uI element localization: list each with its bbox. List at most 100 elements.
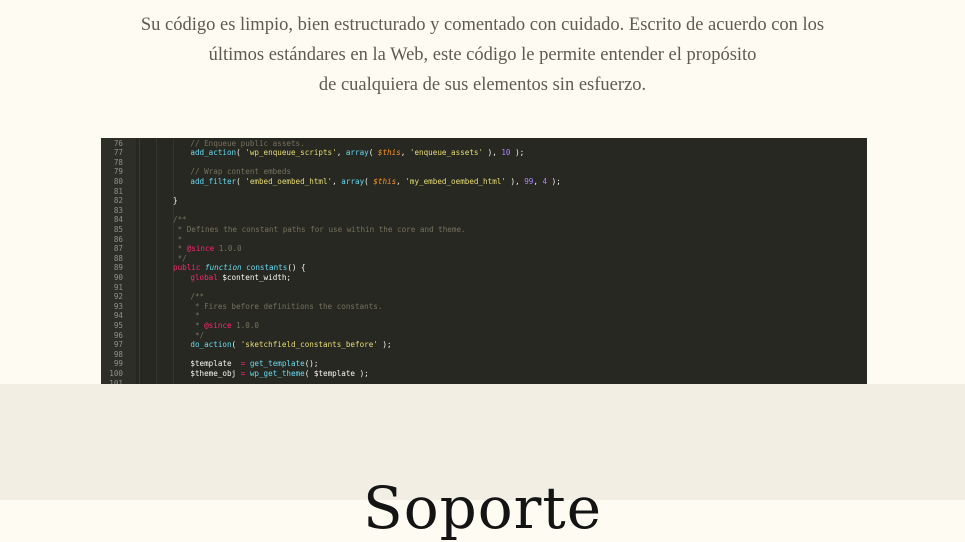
code-token: () { <box>287 263 306 273</box>
line-number: 88 <box>113 253 123 263</box>
line-number: 97 <box>113 340 123 350</box>
line-number: 99 <box>113 359 123 369</box>
code-token: array <box>345 148 369 158</box>
code-token: constants <box>246 263 288 273</box>
code-token: do_action <box>190 340 232 350</box>
code-line: 90 global $content_width; <box>101 273 867 283</box>
line-number: 79 <box>113 167 123 177</box>
code-line: 89 public function constants() { <box>101 263 867 273</box>
code-line: 98 <box>101 350 867 360</box>
code-token: $this <box>377 148 401 158</box>
code-token: 'my_embed_oembed_html' <box>405 176 506 186</box>
code-text: * <box>190 311 200 321</box>
line-number: 85 <box>113 224 123 234</box>
code-line: 87 * @since 1.0.0 <box>101 244 867 254</box>
code-token: * Fires before definitions the constants… <box>190 301 383 311</box>
code-token: * <box>173 234 183 244</box>
line-number: 83 <box>113 205 123 215</box>
code-token: @since <box>204 320 232 330</box>
code-text: do_action( 'sketchfield_constants_before… <box>190 340 391 350</box>
code-text: // Enqueue public assets. <box>190 139 304 149</box>
code-token: ( $template ); <box>304 368 369 378</box>
code-token: , <box>336 148 346 158</box>
code-token: 1.0.0 <box>214 244 242 254</box>
code-token: * Defines the constant paths for use wit… <box>173 224 466 234</box>
code-line: 78 <box>101 158 867 168</box>
code-line: 82} <box>101 196 867 206</box>
code-line: 83 <box>101 206 867 216</box>
code-token: ), <box>505 176 525 186</box>
code-line: 93 * Fires before definitions the consta… <box>101 302 867 312</box>
code-token: * <box>190 320 205 330</box>
code-token: , <box>332 176 342 186</box>
line-number: 86 <box>113 234 123 244</box>
code-token: // Enqueue public assets. <box>190 138 305 148</box>
line-number: 101 <box>109 378 123 385</box>
code-text: } <box>173 196 178 206</box>
code-token: , <box>400 148 410 158</box>
line-number: 94 <box>113 311 123 321</box>
code-line: 97 do_action( 'sketchfield_constants_befo… <box>101 340 867 350</box>
code-text: * @since 1.0.0 <box>173 244 242 254</box>
support-heading: Soporte <box>362 474 603 542</box>
code-text: // Wrap content embeds <box>190 167 291 177</box>
line-number: 89 <box>113 263 123 273</box>
code-token: ); <box>547 176 561 186</box>
code-line: 91 <box>101 283 867 293</box>
code-token: ( <box>236 148 246 158</box>
code-token: 1.0.0 <box>231 320 259 330</box>
code-token: ( <box>368 148 378 158</box>
line-number: 96 <box>113 330 123 340</box>
code-line: 100 $theme_obj = wp_get_theme( $template … <box>101 369 867 379</box>
code-token: ( <box>364 176 374 186</box>
code-token: add_action <box>190 148 237 158</box>
code-token: wp_get_theme <box>249 368 305 378</box>
intro-line-2: últimos estándares en la Web, este códig… <box>208 45 757 65</box>
code-line: 86 * <box>101 235 867 245</box>
code-token: public <box>173 263 201 273</box>
code-line: 95 * @since 1.0.0 <box>101 321 867 331</box>
code-line: 92 /** <box>101 292 867 302</box>
code-line: 94 * <box>101 311 867 321</box>
code-line: 85 * Defines the constant paths for use … <box>101 225 867 235</box>
code-token: global <box>190 272 218 282</box>
code-token: ); <box>377 340 392 350</box>
code-text: add_filter( 'embed_oembed_html', array( … <box>190 177 560 187</box>
line-number: 84 <box>113 215 123 225</box>
code-screenshot: 76// Enqueue public assets. 77 add_action(… <box>101 138 867 384</box>
code-token: /** <box>173 215 187 225</box>
code-token: ), <box>483 148 502 158</box>
line-number: 95 <box>113 320 123 330</box>
code-token: 'enqueue_assets' <box>409 148 484 158</box>
code-text: * Fires before definitions the constants… <box>190 302 382 312</box>
code-text: * Defines the constant paths for use wit… <box>173 225 466 235</box>
line-number: 81 <box>113 186 123 196</box>
code-token: , <box>396 176 406 186</box>
line-number: 78 <box>113 157 123 167</box>
code-line: 99 $template = get_template(); <box>101 359 867 369</box>
code-token: */ <box>190 330 205 340</box>
code-token: ); <box>510 148 525 158</box>
code-token: /** <box>190 292 205 302</box>
line-number: 93 <box>113 301 123 311</box>
code-token: 'wp_enqueue_scripts' <box>245 148 337 158</box>
line-number: 90 <box>113 272 123 282</box>
code-token: * <box>190 311 200 321</box>
code-token: $content_width; <box>217 272 291 282</box>
line-number: 77 <box>113 148 123 158</box>
code-line: 79 // Wrap content embeds <box>101 167 867 177</box>
line-number: 98 <box>113 349 123 359</box>
code-token: $this <box>373 176 397 186</box>
code-token: ( <box>236 176 246 186</box>
code-token: $template <box>190 359 241 369</box>
code-token: $theme_obj <box>190 368 241 378</box>
code-token: add_filter <box>190 176 237 186</box>
code-token: 'sketchfield_constants_before' <box>240 340 378 350</box>
code-text: add_action( 'wp_enqueue_scripts', array(… <box>190 148 524 158</box>
code-token: @since <box>186 244 215 254</box>
code-line: 101 <box>101 379 867 385</box>
code-text: */ <box>173 254 187 264</box>
line-number: 92 <box>113 292 123 302</box>
code-token: , <box>533 176 543 186</box>
code-token: (); <box>304 359 319 369</box>
